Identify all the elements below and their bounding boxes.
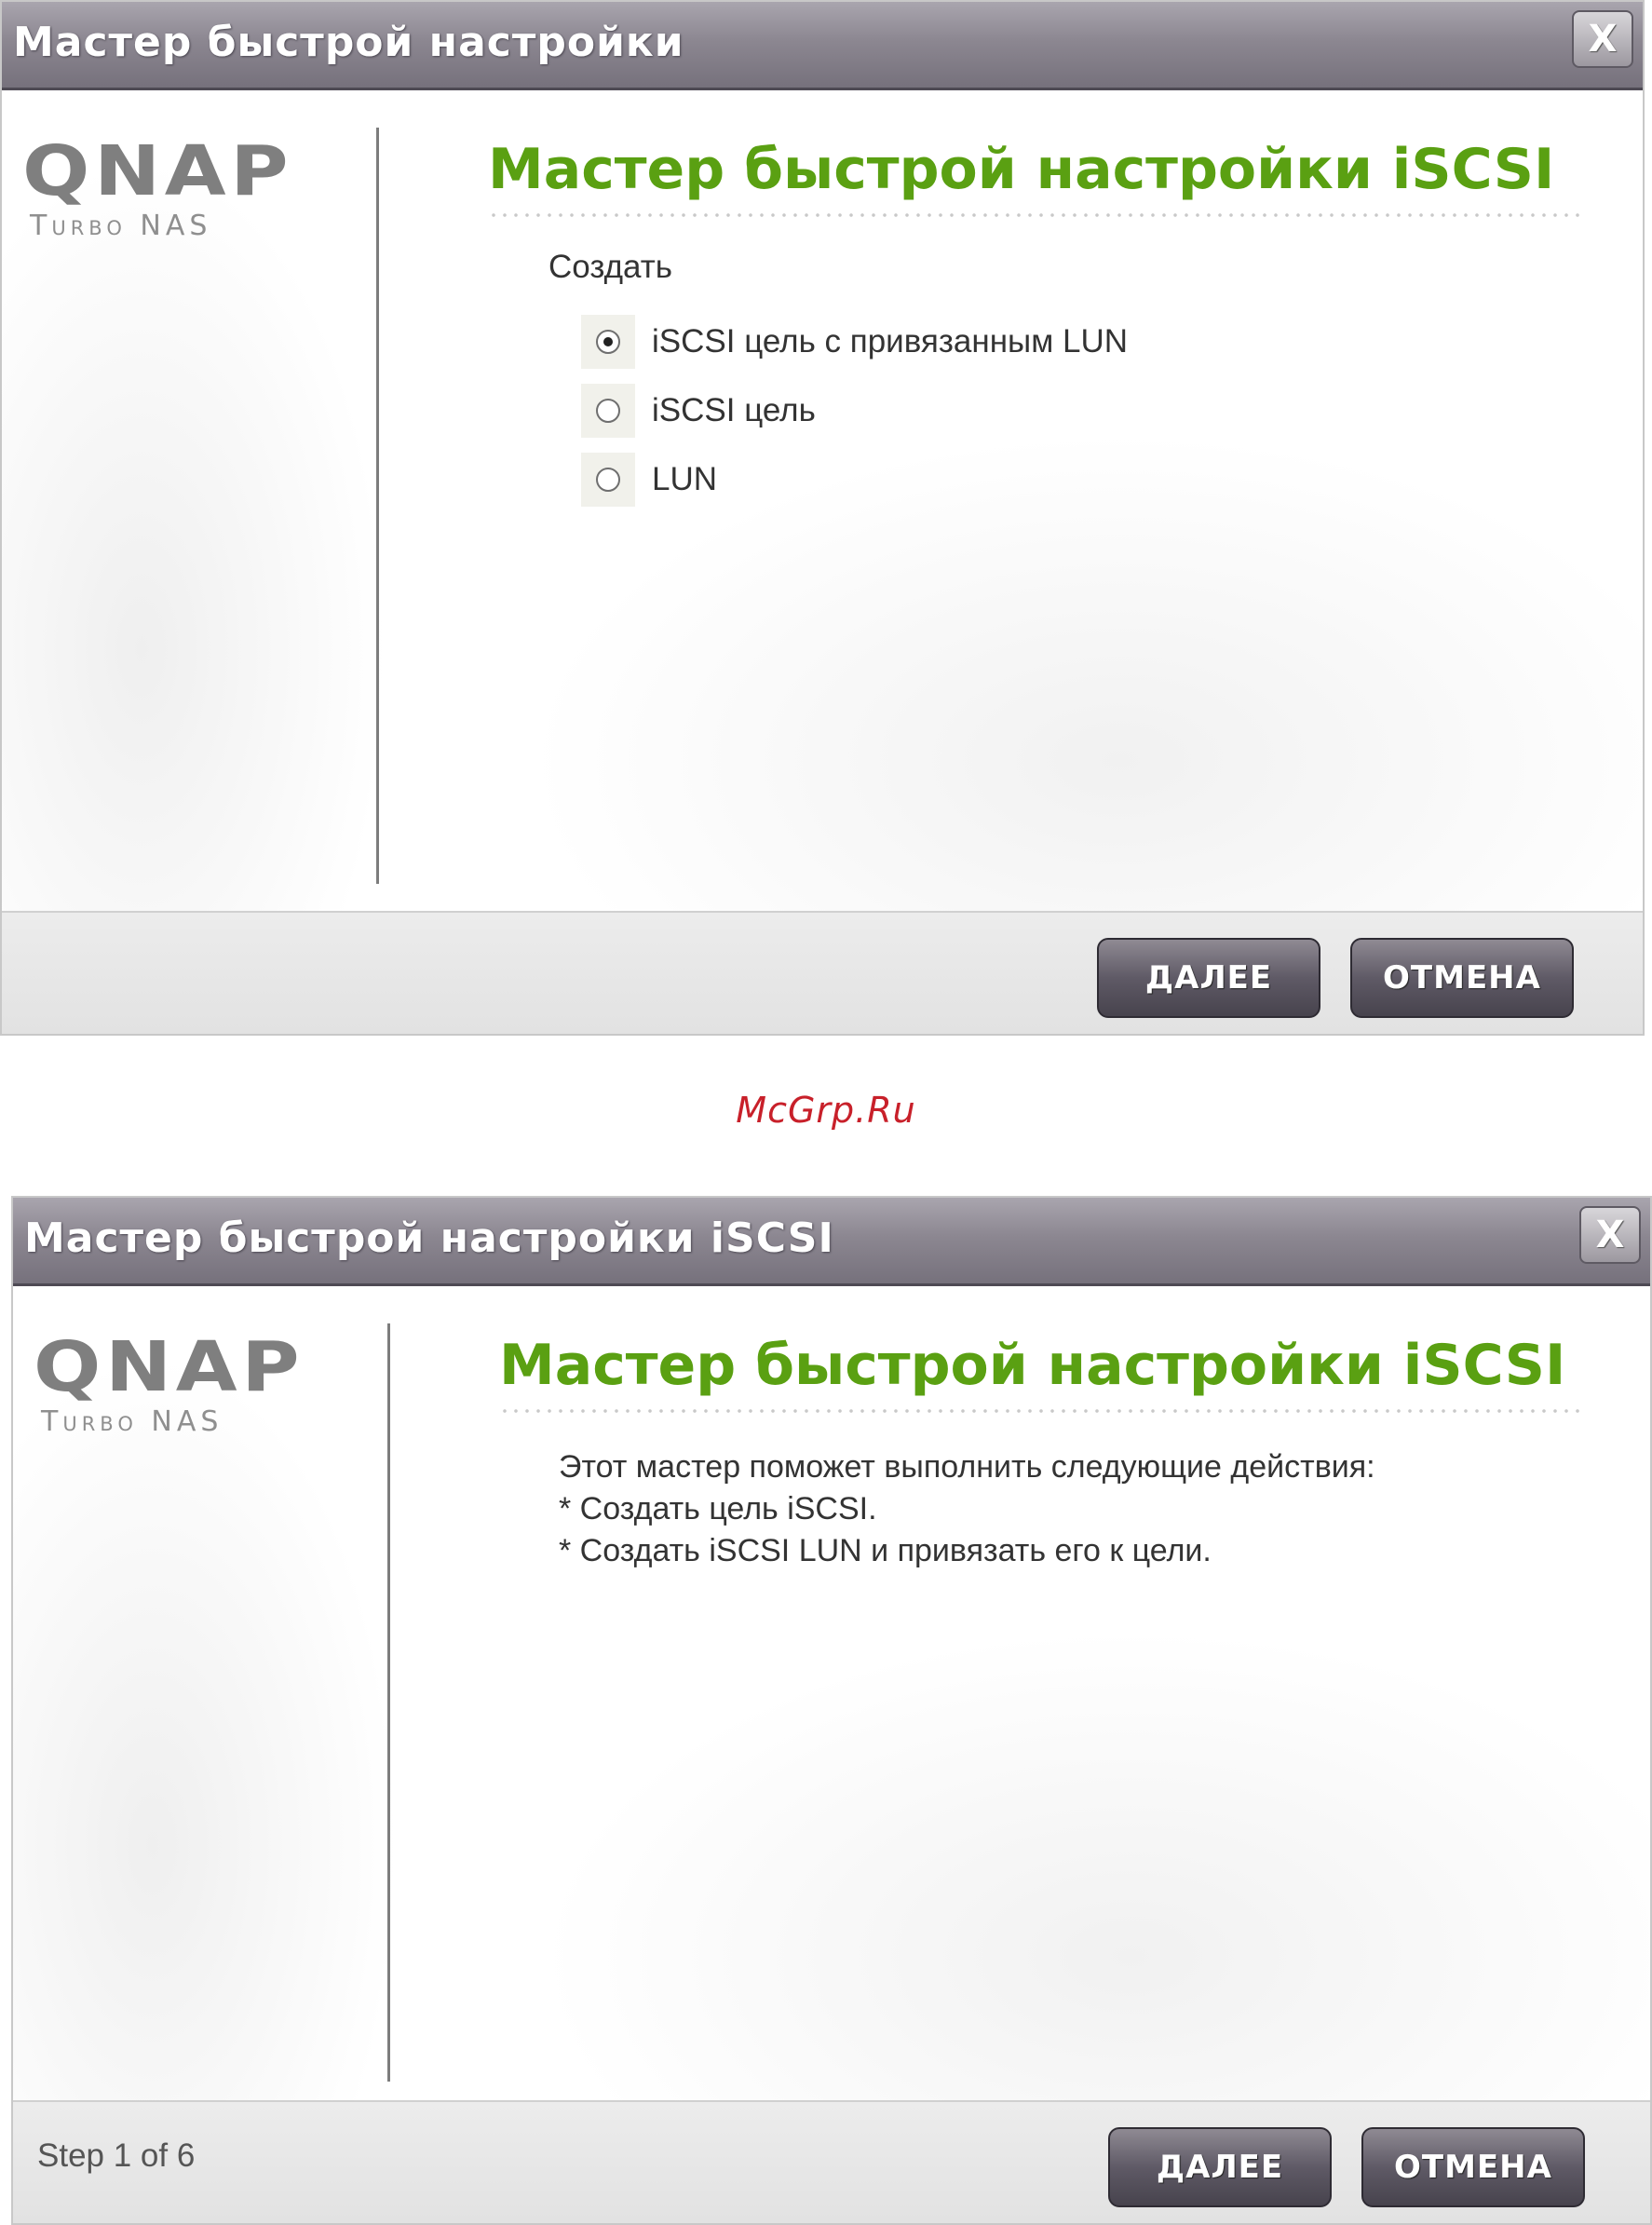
- vertical-divider: [376, 128, 379, 884]
- logo-brand: QNAP: [22, 131, 293, 211]
- cancel-button[interactable]: ОТМЕНА: [1361, 2127, 1585, 2207]
- wizard-footer: Step 1 of 6 ДАЛЕЕ ОТМЕНА: [13, 2100, 1650, 2223]
- vertical-divider: [387, 1323, 390, 2082]
- close-button[interactable]: X: [1579, 1206, 1641, 1264]
- option-label: LUN: [652, 461, 718, 497]
- create-label: Создать: [548, 249, 673, 285]
- description-line: * Создать цель iSCSI.: [559, 1491, 877, 1526]
- close-icon: X: [1595, 1214, 1625, 1256]
- wizard-content: QNAP Turbo NAS Мастер быстрой настройки …: [2, 90, 1643, 913]
- logo-subtitle: Turbo NAS: [41, 1405, 223, 1438]
- radio-unselected-icon[interactable]: [596, 399, 620, 423]
- step-indicator: Step 1 of 6: [37, 2137, 196, 2174]
- window-title: Мастер быстрой настройки iSCSI: [24, 1214, 834, 1262]
- wizard-heading: Мастер быстрой настройки iSCSI: [488, 137, 1555, 202]
- qnap-logo: QNAP Turbo NAS: [22, 137, 289, 242]
- wizard-dialog-intro: Мастер быстрой настройки iSCSI X QNAP Tu…: [11, 1196, 1652, 2225]
- watermark-text: McGrp.Ru: [736, 1090, 916, 1131]
- radio-selected-icon[interactable]: [596, 330, 620, 354]
- option-target-only[interactable]: iSCSI цель: [581, 383, 816, 439]
- option-target-with-lun[interactable]: iSCSI цель с привязанным LUN: [581, 314, 1128, 370]
- logo-brand: QNAP: [34, 1327, 305, 1407]
- window-title: Мастер быстрой настройки: [13, 19, 684, 66]
- radio-unselected-icon[interactable]: [596, 468, 620, 492]
- dotted-separator: [488, 213, 1579, 217]
- wizard-heading: Мастер быстрой настройки iSCSI: [499, 1333, 1566, 1398]
- option-label: iSCSI цель: [652, 392, 816, 428]
- dotted-separator: [499, 1409, 1587, 1413]
- close-button[interactable]: X: [1572, 10, 1633, 68]
- title-bar: Мастер быстрой настройки iSCSI X: [13, 1198, 1650, 1286]
- description-line: * Создать iSCSI LUN и привязать его к це…: [559, 1533, 1212, 1568]
- option-lun-only[interactable]: LUN: [581, 452, 717, 508]
- wizard-description: Этот мастер поможет выполнить следующие …: [559, 1446, 1375, 1572]
- close-icon: X: [1588, 18, 1618, 61]
- option-label: iSCSI цель с привязанным LUN: [652, 323, 1129, 360]
- next-button[interactable]: ДАЛЕЕ: [1108, 2127, 1332, 2207]
- qnap-logo: QNAP Turbo NAS: [34, 1333, 300, 1438]
- logo-subtitle: Turbo NAS: [30, 210, 212, 242]
- wizard-footer: ДАЛЕЕ ОТМЕНА: [2, 911, 1643, 1034]
- cancel-button[interactable]: ОТМЕНА: [1350, 938, 1574, 1018]
- title-bar: Мастер быстрой настройки X: [2, 2, 1643, 90]
- description-line: Этот мастер поможет выполнить следующие …: [559, 1449, 1375, 1485]
- wizard-dialog-create-type: Мастер быстрой настройки X QNAP Turbo NA…: [0, 0, 1645, 1036]
- next-button[interactable]: ДАЛЕЕ: [1097, 938, 1320, 1018]
- wizard-content: QNAP Turbo NAS Мастер быстрой настройки …: [13, 1286, 1650, 2102]
